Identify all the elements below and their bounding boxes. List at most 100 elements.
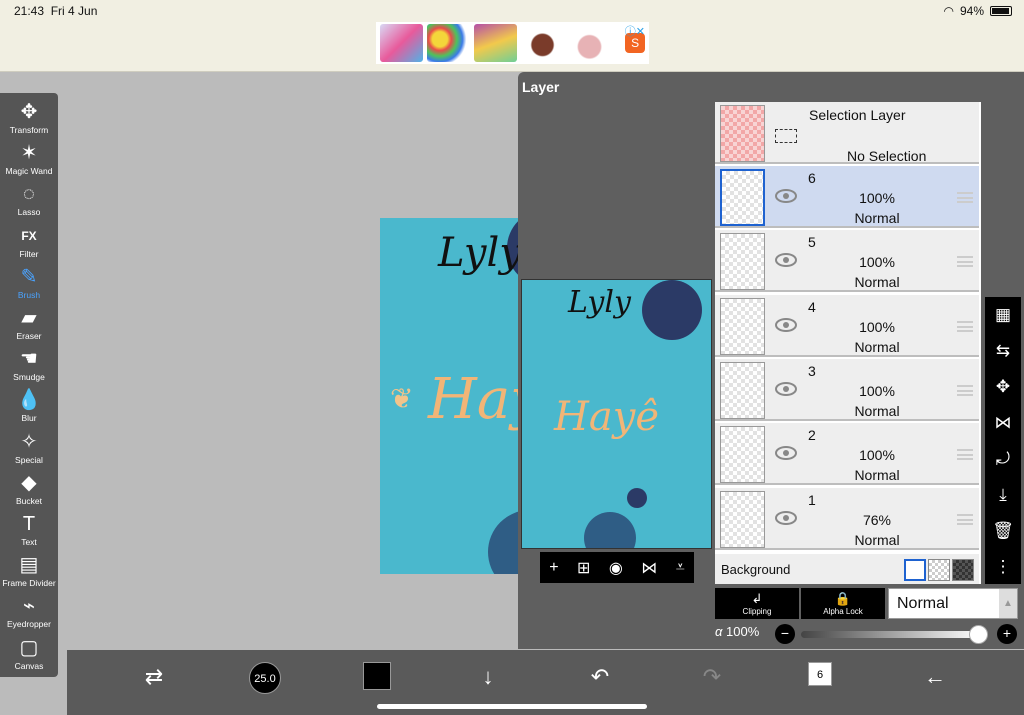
tool-text[interactable]: T Text bbox=[0, 511, 58, 552]
flip-horizontal-icon[interactable]: ⋈ bbox=[641, 558, 657, 578]
ad-thumb-toys[interactable] bbox=[380, 24, 424, 62]
layer-blend-mode: Normal bbox=[854, 338, 900, 355]
preview-svg: Lyly Hayê bbox=[553, 280, 702, 548]
home-indicator bbox=[377, 704, 647, 709]
filter-icon: FX bbox=[21, 228, 37, 243]
transfer-icon[interactable]: ⇆ bbox=[991, 339, 1015, 363]
blend-mode-select[interactable]: Normal ▲ bbox=[888, 588, 1018, 619]
eye-icon[interactable] bbox=[775, 381, 797, 397]
tool-special[interactable]: ✧ Special bbox=[0, 429, 58, 470]
selection-layer-row[interactable]: Selection Layer No Selection bbox=[715, 102, 979, 164]
tool-eyedropper[interactable]: ⌁ Eyedropper bbox=[0, 593, 58, 634]
arrow-down-icon[interactable]: ↓ bbox=[473, 662, 503, 692]
opacity-slider[interactable] bbox=[801, 631, 981, 638]
tool-label: Lasso bbox=[17, 207, 41, 218]
eye-icon[interactable] bbox=[775, 188, 797, 204]
back-arrow-icon[interactable]: ← bbox=[920, 662, 950, 692]
tool-label: Bucket bbox=[16, 495, 42, 506]
eye-icon[interactable] bbox=[775, 252, 797, 268]
camera-icon[interactable]: ◉ bbox=[609, 558, 623, 578]
layer-row[interactable]: 2 100% Normal bbox=[715, 423, 979, 486]
tool-label: Magic Wand bbox=[5, 166, 53, 177]
chevron-up-icon: ▲ bbox=[999, 589, 1017, 618]
drag-handle-icon[interactable] bbox=[957, 192, 973, 203]
duplicate-layer-icon[interactable]: ⊞ bbox=[577, 558, 590, 578]
layer-number: 5 bbox=[808, 234, 816, 251]
opacity-plus-button[interactable]: + bbox=[997, 624, 1017, 644]
more-icon[interactable]: ⋮ bbox=[991, 555, 1015, 579]
layer-row[interactable]: 3 100% Normal bbox=[715, 358, 979, 421]
tool-frame-divider[interactable]: ▤ Frame Divider bbox=[0, 552, 58, 593]
layer-row[interactable]: 1 76% Normal bbox=[715, 487, 979, 550]
drag-handle-icon[interactable] bbox=[957, 384, 973, 396]
layer-thumbnail bbox=[720, 490, 765, 548]
background-white-swatch[interactable] bbox=[904, 559, 926, 581]
merge-down-icon[interactable]: ⩡ bbox=[676, 559, 685, 577]
alpha-lock-button[interactable]: 🔒 Alpha Lock bbox=[801, 588, 885, 619]
move-icon[interactable]: ✥ bbox=[991, 375, 1015, 399]
brush-size-button[interactable]: 25.0 bbox=[249, 662, 281, 694]
layer-row[interactable]: 4 100% Normal bbox=[715, 294, 979, 357]
layer-row[interactable]: 5 100% Normal bbox=[715, 230, 979, 293]
drag-handle-icon[interactable] bbox=[957, 513, 973, 525]
merge-icon[interactable]: ⤓ bbox=[991, 483, 1015, 507]
tool-canvas[interactable]: ▢ Canvas bbox=[0, 635, 58, 676]
rotate-icon[interactable]: ⤾ bbox=[991, 447, 1015, 471]
color-swatch-button[interactable] bbox=[363, 662, 391, 690]
eye-icon[interactable] bbox=[775, 510, 797, 526]
eyedropper-icon: ⌁ bbox=[22, 595, 36, 618]
adchoices-close-icon[interactable]: ⓘ✕ bbox=[625, 23, 645, 39]
svg-text:Hayê: Hayê bbox=[553, 394, 659, 440]
tool-smudge[interactable]: ☚ Smudge bbox=[0, 346, 58, 387]
tool-bucket[interactable]: ◆ Bucket bbox=[0, 470, 58, 511]
ad-banner[interactable]: S ⓘ✕ bbox=[376, 22, 649, 64]
layer-thumbnail bbox=[720, 297, 765, 355]
layer-opacity: 100% bbox=[859, 447, 895, 464]
layers-count-button[interactable]: 6 bbox=[808, 662, 832, 686]
layer-row[interactable]: 6 100% Normal bbox=[715, 166, 979, 228]
lasso-icon: ◌ bbox=[23, 183, 35, 206]
layer-thumbnail bbox=[720, 426, 765, 484]
checker-icon[interactable]: ▦ bbox=[991, 303, 1015, 327]
redo-icon[interactable]: ↷ bbox=[697, 662, 727, 692]
drag-handle-icon[interactable] bbox=[957, 256, 973, 268]
background-label: Background bbox=[721, 562, 791, 577]
swap-colors-icon[interactable]: ⇄ bbox=[139, 662, 169, 692]
flip-icon[interactable]: ⋈ bbox=[991, 411, 1015, 435]
background-dark-swatch[interactable] bbox=[952, 559, 974, 581]
trash-icon[interactable]: 🗑 bbox=[991, 519, 1015, 543]
clipping-button[interactable]: ↲ Clipping bbox=[715, 588, 799, 619]
ad-thumb-kit[interactable] bbox=[474, 24, 518, 62]
background-transparent-swatch[interactable] bbox=[928, 559, 950, 581]
background-row[interactable]: Background bbox=[715, 554, 979, 584]
layer-blend-mode: Normal bbox=[854, 467, 900, 484]
tool-magic-wand[interactable]: ✶ Magic Wand bbox=[0, 140, 58, 181]
eraser-icon: ▰ bbox=[21, 307, 37, 329]
layer-list: Selection Layer No Selection 6 100% Normal… bbox=[715, 102, 981, 584]
opacity-minus-button[interactable]: − bbox=[775, 624, 795, 644]
drag-handle-icon[interactable] bbox=[957, 320, 973, 332]
tool-label: Blur bbox=[21, 413, 37, 424]
ad-thumb-balls[interactable] bbox=[427, 24, 471, 62]
ad-thumb-backpack[interactable] bbox=[521, 24, 565, 62]
tool-brush[interactable]: ✎ Brush bbox=[0, 264, 58, 305]
svg-text:❦: ❦ bbox=[390, 383, 413, 414]
tool-label: Text bbox=[21, 537, 37, 547]
tool-lasso[interactable]: ◌ Lasso bbox=[0, 181, 58, 222]
frame-divider-icon: ▤ bbox=[19, 554, 39, 577]
tool-eraser[interactable]: ▰ Eraser bbox=[0, 305, 58, 346]
eye-icon[interactable] bbox=[775, 445, 797, 461]
ad-thumb-handbag[interactable] bbox=[568, 24, 612, 62]
opacity-slider-knob[interactable] bbox=[969, 625, 988, 644]
layer-number: 6 bbox=[808, 170, 816, 186]
layer-thumbnail bbox=[720, 361, 765, 419]
drag-handle-icon[interactable] bbox=[957, 449, 973, 461]
eye-icon[interactable] bbox=[775, 317, 797, 333]
add-layer-icon[interactable]: + bbox=[549, 559, 558, 577]
undo-icon[interactable]: ↶ bbox=[585, 662, 615, 692]
layer-opacity: 100% bbox=[859, 318, 895, 335]
tool-blur[interactable]: 💧 Blur bbox=[0, 387, 58, 428]
tool-transform[interactable]: ✥ Transform bbox=[0, 99, 58, 140]
tool-filter[interactable]: FX Filter bbox=[0, 223, 58, 264]
layer-number: 4 bbox=[808, 298, 816, 315]
